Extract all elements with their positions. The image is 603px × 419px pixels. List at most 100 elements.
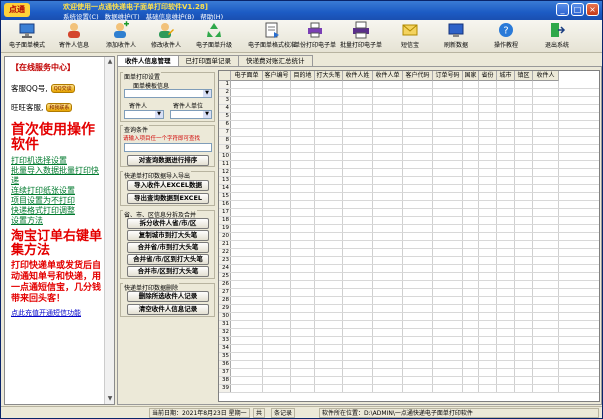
table-cell[interactable] bbox=[497, 137, 515, 144]
table-cell[interactable] bbox=[515, 241, 533, 248]
table-cell[interactable] bbox=[231, 137, 263, 144]
table-cell[interactable] bbox=[373, 225, 403, 232]
table-row[interactable]: 23 bbox=[219, 257, 599, 265]
table-cell[interactable] bbox=[403, 209, 433, 216]
table-cell[interactable] bbox=[497, 145, 515, 152]
table-cell[interactable] bbox=[291, 137, 315, 144]
table-cell[interactable] bbox=[263, 297, 291, 304]
table-cell[interactable] bbox=[291, 289, 315, 296]
table-cell[interactable] bbox=[479, 385, 497, 392]
table-cell[interactable] bbox=[343, 385, 373, 392]
table-row[interactable]: 25 bbox=[219, 273, 599, 281]
table-cell[interactable] bbox=[533, 265, 559, 272]
table-row[interactable]: 31 bbox=[219, 321, 599, 329]
merge-province-city-button[interactable]: 合并省/市到打大头笔 bbox=[127, 242, 209, 253]
table-cell[interactable] bbox=[373, 145, 403, 152]
table-cell[interactable] bbox=[463, 217, 479, 224]
table-cell[interactable] bbox=[315, 97, 343, 104]
table-cell[interactable] bbox=[291, 177, 315, 184]
table-cell[interactable] bbox=[373, 193, 403, 200]
tb-calibrate-button[interactable]: 电子面单格式校准 bbox=[248, 21, 296, 49]
table-cell[interactable] bbox=[479, 241, 497, 248]
table-cell[interactable] bbox=[373, 329, 403, 336]
table-cell[interactable] bbox=[231, 193, 263, 200]
table-cell[interactable] bbox=[263, 145, 291, 152]
table-cell[interactable] bbox=[533, 129, 559, 136]
table-cell[interactable] bbox=[315, 113, 343, 120]
export-excel-button[interactable]: 导出查询数据到EXCEL bbox=[127, 193, 209, 204]
table-cell[interactable] bbox=[533, 241, 559, 248]
table-cell[interactable] bbox=[497, 321, 515, 328]
table-row[interactable]: 17 bbox=[219, 209, 599, 217]
table-cell[interactable] bbox=[479, 369, 497, 376]
table-cell[interactable] bbox=[231, 361, 263, 368]
table-cell[interactable] bbox=[403, 297, 433, 304]
table-cell[interactable] bbox=[533, 97, 559, 104]
table-cell[interactable] bbox=[515, 345, 533, 352]
table-cell[interactable] bbox=[373, 289, 403, 296]
table-cell[interactable] bbox=[263, 265, 291, 272]
table-cell[interactable] bbox=[515, 129, 533, 136]
table-cell[interactable] bbox=[403, 177, 433, 184]
table-cell[interactable] bbox=[497, 377, 515, 384]
table-cell[interactable] bbox=[373, 129, 403, 136]
table-cell[interactable] bbox=[403, 185, 433, 192]
table-cell[interactable] bbox=[373, 361, 403, 368]
table-cell[interactable] bbox=[433, 161, 463, 168]
table-cell[interactable] bbox=[231, 257, 263, 264]
table-cell[interactable] bbox=[479, 161, 497, 168]
table-row[interactable]: 5 bbox=[219, 113, 599, 121]
table-cell[interactable] bbox=[291, 113, 315, 120]
table-cell[interactable] bbox=[291, 233, 315, 240]
table-cell[interactable] bbox=[263, 185, 291, 192]
table-cell[interactable] bbox=[263, 209, 291, 216]
table-cell[interactable] bbox=[515, 265, 533, 272]
table-cell[interactable] bbox=[463, 105, 479, 112]
table-cell[interactable] bbox=[291, 129, 315, 136]
table-cell[interactable] bbox=[533, 153, 559, 160]
tb-tutorial-button[interactable]: ? 操作教程 bbox=[494, 21, 518, 49]
table-cell[interactable] bbox=[315, 289, 343, 296]
table-cell[interactable] bbox=[515, 177, 533, 184]
table-cell[interactable] bbox=[315, 137, 343, 144]
sort-query-button[interactable]: 对查询数据进行排序 bbox=[127, 155, 209, 166]
table-cell[interactable] bbox=[463, 129, 479, 136]
table-cell[interactable] bbox=[343, 281, 373, 288]
table-cell[interactable] bbox=[403, 225, 433, 232]
table-cell[interactable] bbox=[291, 81, 315, 88]
table-cell[interactable] bbox=[343, 185, 373, 192]
table-cell[interactable] bbox=[373, 353, 403, 360]
table-cell[interactable] bbox=[479, 289, 497, 296]
table-cell[interactable] bbox=[231, 113, 263, 120]
table-cell[interactable] bbox=[497, 225, 515, 232]
table-cell[interactable] bbox=[463, 185, 479, 192]
table-cell[interactable] bbox=[231, 273, 263, 280]
table-cell[interactable] bbox=[497, 105, 515, 112]
table-cell[interactable] bbox=[291, 89, 315, 96]
table-cell[interactable] bbox=[515, 337, 533, 344]
table-cell[interactable] bbox=[373, 241, 403, 248]
link-no-print-item[interactable]: 项目设置为不打印 bbox=[11, 196, 106, 206]
table-cell[interactable] bbox=[463, 361, 479, 368]
table-cell[interactable] bbox=[315, 345, 343, 352]
table-row[interactable]: 11 bbox=[219, 161, 599, 169]
table-cell[interactable] bbox=[515, 377, 533, 384]
table-cell[interactable] bbox=[373, 121, 403, 128]
sender-unit-select[interactable]: ▼ bbox=[170, 110, 212, 119]
table-row[interactable]: 12 bbox=[219, 169, 599, 177]
table-cell[interactable] bbox=[433, 137, 463, 144]
table-cell[interactable] bbox=[291, 353, 315, 360]
table-cell[interactable] bbox=[403, 281, 433, 288]
table-cell[interactable] bbox=[515, 161, 533, 168]
table-cell[interactable] bbox=[263, 217, 291, 224]
table-cell[interactable] bbox=[515, 169, 533, 176]
table-cell[interactable] bbox=[515, 321, 533, 328]
table-cell[interactable] bbox=[497, 193, 515, 200]
table-cell[interactable] bbox=[533, 209, 559, 216]
table-cell[interactable] bbox=[479, 113, 497, 120]
table-cell[interactable] bbox=[497, 273, 515, 280]
table-cell[interactable] bbox=[403, 201, 433, 208]
table-cell[interactable] bbox=[315, 153, 343, 160]
table-cell[interactable] bbox=[291, 169, 315, 176]
table-cell[interactable] bbox=[433, 97, 463, 104]
